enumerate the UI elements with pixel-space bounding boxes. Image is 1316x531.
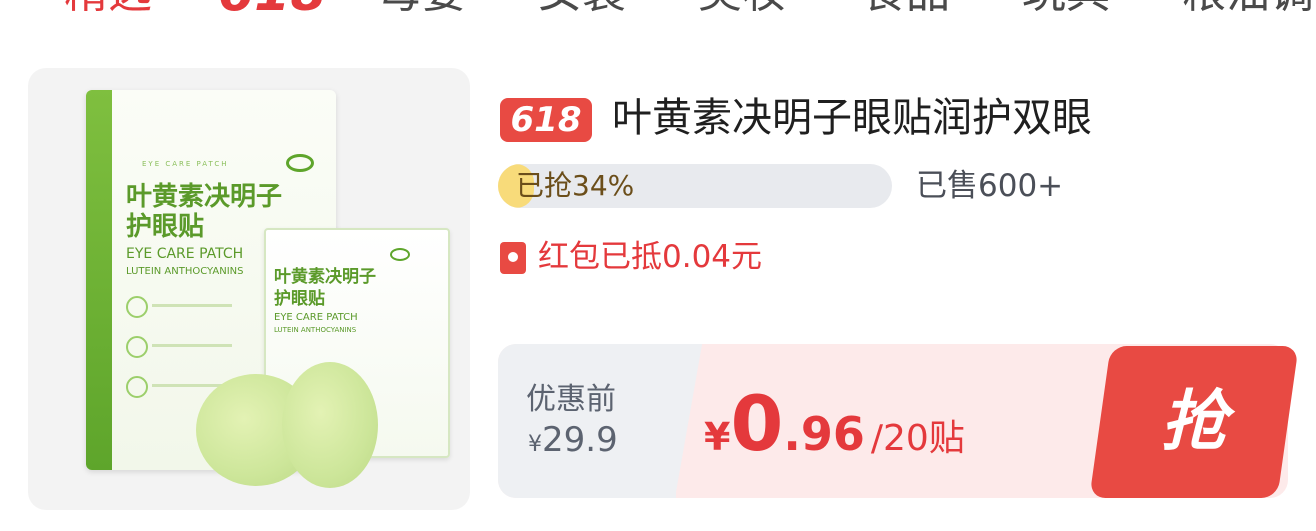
promo-618-badge: 618	[500, 98, 592, 142]
drop-icon	[126, 296, 148, 318]
package-ingredients-small: LUTEIN ANTHOCYANINS	[274, 326, 357, 334]
package-header-text: EYE CARE PATCH	[142, 160, 229, 168]
current-price: ¥0.96/20贴	[704, 374, 965, 495]
price-integer: 0	[730, 379, 784, 468]
grab-button[interactable]: 抢	[1100, 346, 1288, 498]
price-unit: /20贴	[870, 418, 965, 459]
nav-tab-women[interactable]: 女装	[538, 0, 626, 24]
sold-count: 已售600+	[916, 168, 1064, 204]
category-nav: 精选 618 母婴 女装 美妆 食品 玩具 粮油调	[0, 0, 1316, 24]
package-stripe	[86, 90, 112, 470]
sales-progress-label: 已抢34%	[516, 169, 635, 202]
nav-tab-food[interactable]: 食品	[862, 0, 950, 24]
price-currency: ¥	[704, 415, 731, 459]
snowflake-icon	[126, 336, 148, 358]
original-price: ¥29.9	[528, 420, 618, 465]
nav-tab-grain-oil[interactable]: 粮油调	[1182, 0, 1314, 24]
nav-tab-beauty[interactable]: 美妆	[698, 0, 786, 24]
package-title-small: 叶黄素决明子 护眼贴	[274, 267, 376, 309]
feature-line	[152, 304, 232, 307]
price-decimal: .96	[783, 407, 865, 461]
eye-icon	[390, 248, 410, 261]
nav-tab-toys[interactable]: 玩具	[1022, 0, 1110, 24]
nav-tab-baby[interactable]: 母婴	[378, 0, 466, 24]
feature-line	[152, 344, 232, 347]
package-subtitle-small: EYE CARE PATCH	[274, 312, 358, 323]
original-price-amount: 29.9	[542, 420, 618, 460]
product-image[interactable]: EYE CARE PATCH 叶黄素决明子 护眼贴 EYE CARE PATCH…	[28, 68, 470, 510]
original-price-label: 优惠前	[526, 382, 616, 417]
coupon-discount-text: 红包已抵0.04元	[538, 239, 763, 275]
product-title[interactable]: 叶黄素决明子眼贴润护双眼	[612, 88, 1092, 148]
eye-icon	[286, 154, 314, 172]
eye-patch-illustration	[282, 362, 378, 488]
package-subtitle: EYE CARE PATCH	[126, 246, 244, 262]
product-card[interactable]: EYE CARE PATCH 叶黄素决明子 护眼贴 EYE CARE PATCH…	[0, 60, 1316, 531]
original-price-currency: ¥	[528, 432, 542, 457]
package-title: 叶黄素决明子 护眼贴	[126, 182, 283, 242]
eye-care-icon	[126, 376, 148, 398]
nav-tab-featured[interactable]: 精选	[64, 0, 152, 24]
nav-tab-618[interactable]: 618	[218, 0, 327, 24]
package-ingredients: LUTEIN ANTHOCYANINS	[126, 266, 244, 277]
red-envelope-icon	[500, 242, 526, 274]
